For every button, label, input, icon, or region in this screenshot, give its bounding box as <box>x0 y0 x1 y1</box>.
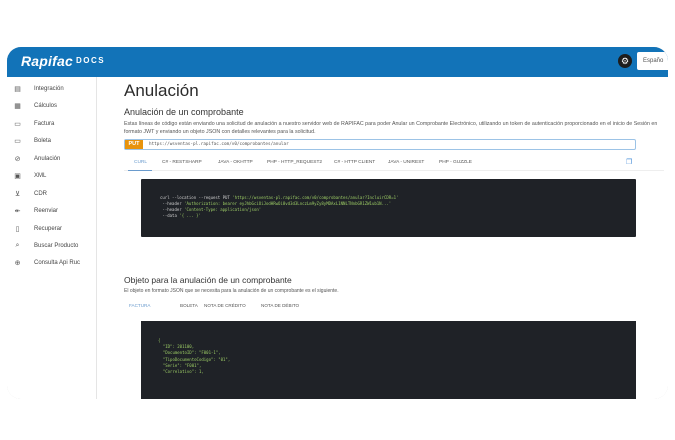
sidebar-item-label: Factura <box>34 121 55 127</box>
screenshot-frame: Rapifac DOCS ⚙ Españo ▤ Integración ▦ Cálcu… <box>0 0 675 440</box>
endpoint-url[interactable]: https://wsventas-pl.rapifac.com/v0/compr… <box>149 141 289 148</box>
search-product-icon: ⌕ <box>15 242 20 249</box>
tab-php-guzzle[interactable]: PHP - GUZZLE <box>439 160 472 165</box>
top-bar: Rapifac DOCS ⚙ Españo <box>7 47 668 77</box>
json-content: { "ID": 201100, "DocumentoID": "F001-1",… <box>158 338 231 375</box>
code-content: curl --location --request PUT 'https://w… <box>160 195 399 218</box>
tab-curl[interactable]: CURL <box>134 160 147 165</box>
sidebar-item-anulacion[interactable]: ⊘ Anulación <box>13 153 61 165</box>
sidebar-item-calculos[interactable]: ▦ Cálculos <box>13 100 57 112</box>
sidebar-item-factura[interactable]: ▭ Factura <box>13 118 54 130</box>
logo-suffix: DOCS <box>75 56 106 65</box>
content-area: ▤ Integración ▦ Cálculos ▭ Factura ▭ Boleta … <box>7 77 668 399</box>
receipt-icon: ▭ <box>14 138 21 145</box>
http-method-badge: PUT <box>125 140 143 149</box>
sidebar-item-integracion[interactable]: ▤ Integración <box>13 83 64 95</box>
sidebar-item-label: Boleta <box>34 138 52 144</box>
browser-window: Rapifac DOCS ⚙ Españo ▤ Integración ▦ Cálcu… <box>7 47 668 399</box>
sidebar-item-reenviar[interactable]: ↞ Reenviar <box>13 205 58 217</box>
section-description: Estas líneas de código están enviando un… <box>124 121 658 135</box>
globe-icon: ⊕ <box>14 260 21 267</box>
sidebar: ▤ Integración ▦ Cálculos ▭ Factura ▭ Boleta … <box>7 77 97 399</box>
download-icon: ⊻ <box>14 191 21 198</box>
endpoint-bar: PUT https://wsventas-pl.rapifac.com/v0/c… <box>124 139 636 150</box>
tab-factura[interactable]: FACTURA <box>129 303 150 308</box>
tab-php-http-request2[interactable]: PHP - HTTP_REQUEST2 <box>267 160 322 165</box>
sidebar-item-label: Anulación <box>34 156 61 162</box>
tab-nota-credito[interactable]: NOTA DE CRÉDITO <box>204 303 246 308</box>
sidebar-item-label: Reenviar <box>34 208 59 214</box>
tab-boleta[interactable]: BOLETA <box>180 303 198 308</box>
sidebar-item-consulta-api-ruc[interactable]: ⊕ Consulta Api Ruc <box>13 257 80 269</box>
cancel-icon: ⊘ <box>14 156 21 163</box>
page-title: Anulación <box>124 81 199 100</box>
code-block-request: curl --location --request PUT 'https://w… <box>141 179 636 237</box>
logo-text: Rapifac <box>21 53 73 69</box>
sidebar-item-label: Consulta Api Ruc <box>34 260 81 266</box>
tab-java-okhttp[interactable]: JAVA - OKHTTP <box>218 160 253 165</box>
main-panel: Anulación Anulación de un comprobante Es… <box>97 77 668 399</box>
sidebar-item-boleta[interactable]: ▭ Boleta <box>13 135 51 147</box>
language-tabs: CURL C# - RESTSHARP JAVA - OKHTTP PHP - … <box>124 157 664 171</box>
tab-nota-debito[interactable]: NOTA DE DÉBITO <box>261 303 299 308</box>
code-file-icon: ▣ <box>14 173 21 180</box>
section-title: Anulación de un comprobante <box>124 107 244 117</box>
tab-csharp-http-client[interactable]: C# - HTTP CLIENT <box>334 160 375 165</box>
tab-java-unirest[interactable]: JAVA - UNIREST <box>388 160 424 165</box>
calculator-icon: ▦ <box>14 103 21 110</box>
resend-icon: ↞ <box>14 208 21 215</box>
sidebar-item-recuperar[interactable]: ▯ Recuperar <box>13 223 62 235</box>
active-tab-indicator <box>128 170 152 171</box>
document-icon: ▭ <box>14 121 21 128</box>
section2-description: El objeto en formato JSON que se necesit… <box>124 288 339 294</box>
code-block-json: { "ID": 201100, "DocumentoID": "F001-1",… <box>141 321 636 399</box>
sidebar-item-cdr[interactable]: ⊻ CDR <box>13 188 47 200</box>
copy-icon[interactable]: ❐ <box>626 158 632 166</box>
section2-title: Objeto para la anulación de un comproban… <box>124 275 292 285</box>
logo[interactable]: Rapifac DOCS <box>21 53 105 69</box>
sidebar-item-label: CDR <box>34 191 47 197</box>
sidebar-item-label: Buscar Producto <box>34 243 79 249</box>
settings-gear-icon[interactable]: ⚙ <box>618 54 632 68</box>
sidebar-item-buscar-producto[interactable]: ⌕ Buscar Producto <box>13 240 79 252</box>
book-icon: ▤ <box>14 86 21 93</box>
sidebar-item-label: Cálculos <box>34 103 58 109</box>
sidebar-item-label: XML <box>34 173 47 179</box>
sidebar-item-label: Recuperar <box>34 226 63 232</box>
language-selector[interactable]: Españo <box>637 52 668 70</box>
recover-icon: ▯ <box>15 226 20 233</box>
document-type-tabs: FACTURA BOLETA NOTA DE CRÉDITO NOTA DE D… <box>124 300 664 313</box>
sidebar-item-xml[interactable]: ▣ XML <box>13 170 46 182</box>
sidebar-item-label: Integración <box>34 86 64 92</box>
tab-csharp-restsharp[interactable]: C# - RESTSHARP <box>162 160 202 165</box>
